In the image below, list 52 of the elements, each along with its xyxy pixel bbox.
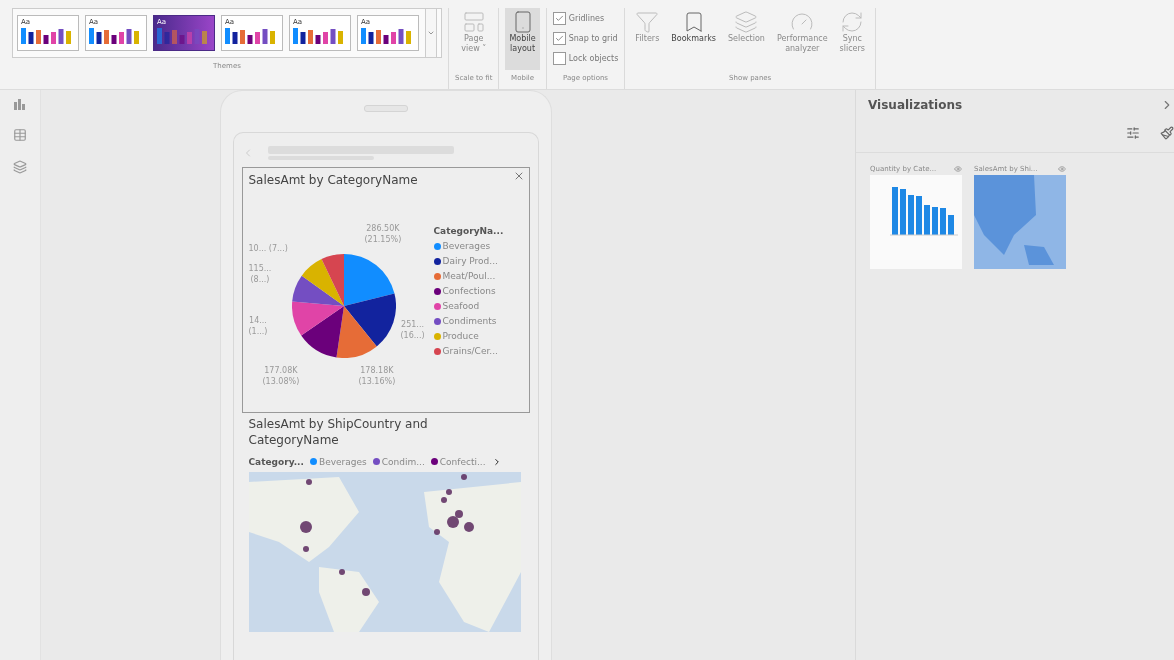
data-label: 178.18K (13.16%) <box>358 366 396 387</box>
checkbox[interactable] <box>552 11 566 25</box>
map-visual-card[interactable]: SalesAmt by ShipCountry and CategoryName Category... Beverages Condim... Confecti... <box>241 413 530 637</box>
brush-icon[interactable] <box>1160 126 1174 140</box>
legend-item[interactable]: Beverages <box>433 241 504 252</box>
legend-item[interactable]: Meat/Poul... <box>433 271 504 282</box>
more-themes-button[interactable] <box>425 8 437 58</box>
chevron-down-icon <box>427 29 435 37</box>
eye-icon[interactable] <box>1058 165 1066 173</box>
eye-icon[interactable] <box>954 165 962 173</box>
table-icon[interactable] <box>13 128 27 142</box>
ribbon-icon <box>734 10 759 34</box>
ribbon-button[interactable]: Bookmarks <box>667 8 721 70</box>
checkbox-option[interactable]: Gridlines <box>552 8 605 28</box>
model-icon[interactable] <box>13 160 27 174</box>
data-label: 286.50K (21.15%) <box>364 224 402 245</box>
sliders-icon[interactable] <box>1126 126 1140 140</box>
legend-item[interactable]: Confections <box>433 286 504 297</box>
data-label: 177.08K (13.08%) <box>262 366 300 387</box>
ribbon-icon <box>635 10 660 34</box>
map-thumbnail[interactable] <box>974 175 1066 269</box>
ribbon-icon <box>840 10 865 34</box>
checkbox-option[interactable]: Snap to grid <box>552 28 618 48</box>
checkbox-label: Snap to grid <box>568 33 618 43</box>
bar-chart-icon[interactable] <box>13 98 27 110</box>
data-label: 251... (16...) <box>400 320 425 341</box>
phone-speaker <box>363 105 408 112</box>
legend-title: CategoryNa... <box>433 226 504 237</box>
pie-visual-card[interactable] <box>241 167 530 414</box>
checkbox-label: Lock objects <box>568 53 619 63</box>
legend-item[interactable]: Produce <box>433 331 504 342</box>
data-label: 10... (7...) <box>248 244 288 255</box>
visual-title: SalesAmt by CategoryName <box>248 172 419 189</box>
visual-title: SalesAmt by ShipCountry and CategoryName <box>248 416 429 449</box>
legend-title: Category... <box>248 456 304 467</box>
checkbox-label: Gridlines <box>568 13 605 23</box>
legend-item[interactable]: Dairy Prod... <box>433 256 504 267</box>
legend-item[interactable]: Confecti... <box>430 456 486 467</box>
bar-chart-thumbnail[interactable] <box>870 175 962 269</box>
legend-item[interactable]: Condiments <box>433 316 504 327</box>
ribbon-button[interactable]: Mobile layout <box>505 8 540 70</box>
checkbox[interactable] <box>552 51 566 65</box>
checkbox[interactable] <box>552 31 566 45</box>
ribbon-icon <box>461 10 486 34</box>
legend-item[interactable]: Grains/Cer... <box>433 346 504 357</box>
pane-title: Visualizations <box>868 98 963 112</box>
legend-item[interactable]: Beverages <box>309 456 367 467</box>
data-label: 14... (1...) <box>248 316 268 337</box>
data-label: 115... (8...) <box>248 264 272 285</box>
legend-item[interactable]: Condim... <box>372 456 425 467</box>
legend-item[interactable]: Seafood <box>433 301 504 312</box>
checkbox-option[interactable]: Lock objects <box>552 48 619 68</box>
